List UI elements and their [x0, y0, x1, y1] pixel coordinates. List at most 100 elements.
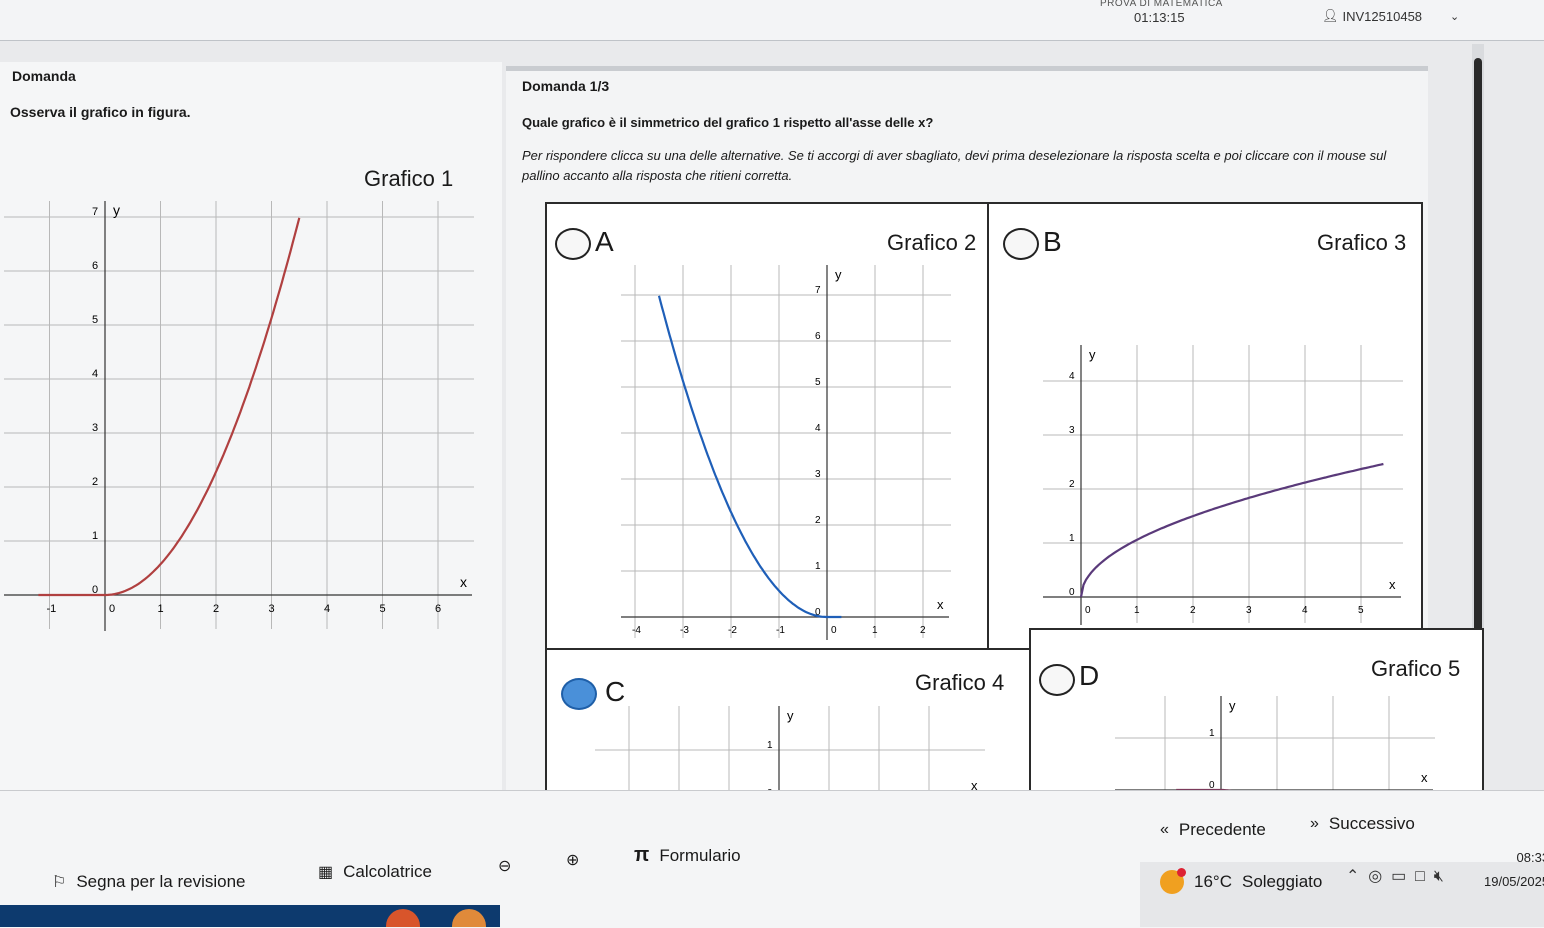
- y-tick-label: 7: [92, 206, 98, 218]
- x-tick-label: 4: [324, 603, 330, 615]
- y-axis-label: y: [787, 708, 794, 723]
- clock[interactable]: 08:33 19/05/2025: [1484, 846, 1544, 894]
- x-tick-label: 1: [872, 625, 878, 636]
- review-label: Segna per la revisione: [76, 872, 246, 891]
- option-a-plot: xy-4 -3 -2 -1 0 1 201234567: [621, 265, 951, 640]
- user-icon: 👤︎: [1322, 8, 1339, 23]
- flag-icon: ⚐: [52, 874, 67, 891]
- zoom-in-icon: ⊕: [566, 852, 580, 869]
- camera-icon[interactable]: ◎: [1368, 868, 1382, 885]
- next-button[interactable]: » Successivo: [1310, 814, 1415, 834]
- temperature: 16°C: [1194, 872, 1232, 891]
- y-axis-label: y: [1089, 347, 1096, 362]
- option-a-letter: A: [595, 226, 614, 257]
- speaker-muted-icon[interactable]: 🔇︎: [1434, 868, 1444, 885]
- option-a-graph-title: Grafico 2: [887, 230, 977, 255]
- function-curve: [38, 217, 301, 597]
- x-tick-label: 2: [1190, 605, 1196, 616]
- x-tick-label: -3: [680, 625, 689, 636]
- y-tick-label: 4: [92, 368, 98, 380]
- x-axis-label: x: [460, 574, 467, 590]
- calculator-button[interactable]: ▦ Calcolatrice: [318, 862, 432, 882]
- y-tick-label: 7: [815, 285, 821, 296]
- chevron-down-icon[interactable]: ⌄: [1450, 10, 1459, 23]
- timer: 01:13:15: [1134, 10, 1185, 25]
- x-tick-label: 5: [1358, 605, 1364, 616]
- y-tick-label: 4: [1069, 371, 1075, 382]
- option-d-letter: D: [1079, 660, 1100, 691]
- x-axis-label: x: [1389, 577, 1396, 592]
- instructions: Per rispondere clicca su una delle alter…: [522, 148, 1387, 183]
- x-tick-label: 0: [109, 603, 115, 615]
- x-tick-label: 0: [831, 625, 837, 636]
- y-tick-label: 1: [1209, 728, 1215, 739]
- network-icon[interactable]: ▭: [1391, 868, 1406, 885]
- question-text: Quale grafico è il simmetrico del grafic…: [522, 115, 934, 130]
- next-label: Successivo: [1328, 814, 1415, 833]
- x-tick-label: 4: [1302, 605, 1308, 616]
- x-tick-label: -1: [776, 625, 785, 636]
- x-tick-label: 6: [435, 603, 441, 615]
- pi-icon: π: [634, 844, 650, 866]
- zoom-out-button[interactable]: ⊖: [498, 856, 511, 876]
- prompt-text: Osserva il grafico in figura.: [10, 104, 191, 120]
- formulary-label: Formulario: [659, 845, 741, 865]
- user-menu[interactable]: 👤︎ INV12510458 ⌄: [1322, 8, 1459, 24]
- y-tick-label: 2: [92, 476, 98, 488]
- option-c-graph-title: Grafico 4: [915, 670, 1005, 695]
- graph1-title: Grafico 1: [364, 166, 454, 191]
- option-a-box[interactable]: A Grafico 2 x y -4 -3 -2 -1 0 1 2 0 1 2 3 4 5 6 7: [545, 202, 991, 652]
- previous-label: Precedente: [1178, 820, 1266, 839]
- option-d-radio[interactable]: [1039, 664, 1075, 696]
- x-axis-label: x: [1421, 770, 1428, 785]
- formulary-button[interactable]: π Formulario: [634, 844, 741, 867]
- x-tick-label: 1: [1134, 605, 1140, 616]
- x-tick-label: -2: [728, 625, 737, 636]
- system-tray[interactable]: ⌃ ◎ ▭ □ 🔇︎: [1346, 866, 1444, 886]
- y-tick-label: 1: [1069, 533, 1075, 544]
- double-chevron-left-icon: «: [1160, 821, 1169, 838]
- section-heading: Domanda: [12, 68, 76, 84]
- double-chevron-right-icon: »: [1310, 815, 1319, 832]
- user-id: INV12510458: [1342, 8, 1423, 24]
- question-number: Domanda 1/3: [522, 78, 610, 94]
- option-b-graph-title: Grafico 3: [1317, 230, 1407, 255]
- x-tick-label: -1: [47, 603, 57, 615]
- calculator-icon: ▦: [318, 864, 334, 881]
- y-tick-label: 3: [1069, 425, 1075, 436]
- display-icon[interactable]: □: [1415, 868, 1425, 885]
- previous-button[interactable]: « Precedente: [1160, 820, 1266, 840]
- top-bar: PROVA DI MATEMATICA 01:13:15 👤︎ INV12510…: [0, 0, 1544, 41]
- option-b-radio[interactable]: [1003, 228, 1039, 260]
- y-axis-label: y: [835, 267, 842, 282]
- zoom-out-icon: ⊖: [498, 858, 512, 875]
- x-tick-label: 3: [1246, 605, 1252, 616]
- x-tick-label: 3: [269, 603, 275, 615]
- y-tick-label: 6: [815, 331, 821, 342]
- y-tick-label: 5: [815, 377, 821, 388]
- x-tick-label: 5: [380, 603, 386, 615]
- option-a-radio[interactable]: [555, 228, 591, 260]
- y-tick-label: 1: [92, 530, 98, 542]
- y-tick-label: 2: [1069, 479, 1075, 490]
- y-axis-label: y: [1229, 698, 1236, 713]
- y-tick-label: 5: [92, 314, 98, 326]
- sun-icon: [1160, 868, 1186, 894]
- x-tick-label: 2: [920, 625, 926, 636]
- weather-widget[interactable]: 16°C Soleggiato: [1160, 868, 1323, 894]
- x-tick-label: -4: [632, 625, 641, 636]
- option-b-box[interactable]: B Grafico 3 x y 0 1 2 3 4 5 0 1 2 3 4: [987, 202, 1423, 652]
- y-axis-label: y: [113, 202, 120, 218]
- chevron-up-icon[interactable]: ⌃: [1346, 868, 1359, 885]
- y-tick-label: 1: [815, 561, 821, 572]
- os-taskbar-strip: [0, 905, 500, 927]
- zoom-in-button[interactable]: ⊕: [566, 850, 579, 870]
- x-tick-label: 1: [158, 603, 164, 615]
- clock-date: 19/05/2025: [1484, 874, 1544, 889]
- review-button[interactable]: ⚐ Segna per la revisione: [52, 872, 246, 892]
- graph1-plot: xy-1 0 1 2 3 4 5 601234567: [4, 201, 474, 631]
- y-tick-label: 2: [815, 515, 821, 526]
- y-tick-label: 3: [815, 469, 821, 480]
- y-tick-label: 3: [92, 422, 98, 434]
- weather-text: Soleggiato: [1241, 872, 1323, 891]
